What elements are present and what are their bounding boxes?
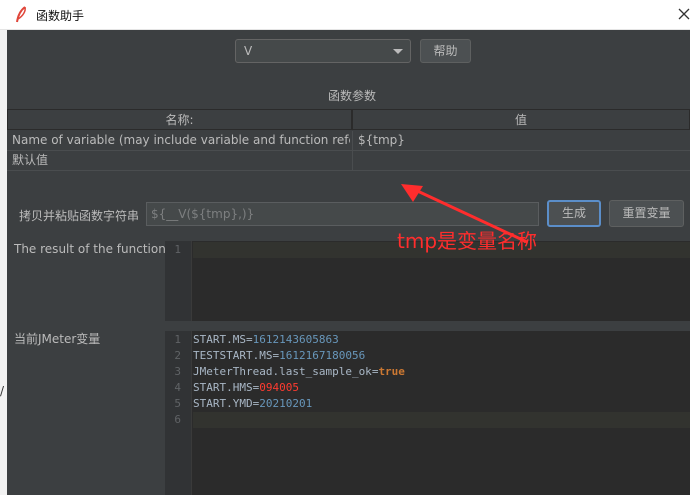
line-number: 1 xyxy=(174,333,181,346)
window-title: 函数助手 xyxy=(36,9,85,23)
variable-value: 20210201 xyxy=(259,397,313,410)
function-select[interactable]: V xyxy=(235,39,411,63)
variable-line: TESTSTART.MS=1612167180056 xyxy=(193,349,366,362)
line-gutter: 1 2 3 4 5 6 xyxy=(165,331,192,495)
variable-value: 1612143605863 xyxy=(252,333,339,346)
jmeter-variables-editor[interactable]: 1 2 3 4 5 6 START.MS=1612143605863 TESTS… xyxy=(165,331,690,495)
param-value-cell[interactable] xyxy=(358,151,688,170)
column-divider xyxy=(352,131,353,151)
column-divider xyxy=(352,151,353,171)
line-number: 6 xyxy=(174,413,181,426)
line-number: 3 xyxy=(174,365,181,378)
result-label: The result of the function is xyxy=(14,242,180,256)
line-number: 5 xyxy=(174,397,181,410)
line-number: 2 xyxy=(174,349,181,362)
line-number: 4 xyxy=(174,381,181,394)
background-mark: / xyxy=(0,384,5,398)
variable-line: JMeterThread.last_sample_ok=true xyxy=(193,365,405,378)
variable-key: START.MS xyxy=(193,333,246,346)
params-section-title: 函数参数 xyxy=(327,89,376,103)
generate-button[interactable]: 生成 xyxy=(547,200,601,227)
variable-key: JMeterThread.last_sample_ok xyxy=(193,365,372,378)
variable-line: START.MS=1612143605863 xyxy=(193,333,339,346)
current-line-highlight xyxy=(193,412,690,428)
line-gutter: 1 xyxy=(165,241,192,321)
column-header-value[interactable]: 值 xyxy=(352,109,690,130)
function-select-value: V xyxy=(244,44,253,58)
feather-icon xyxy=(16,6,26,23)
param-name-cell[interactable]: Name of variable (may include variable a… xyxy=(12,131,350,150)
help-button[interactable]: 帮助 xyxy=(420,39,471,63)
chevron-down-icon xyxy=(393,49,403,54)
function-helper-dialog: V 帮助 函数参数 名称: 值 Name of variable (may in… xyxy=(7,30,690,495)
variable-key: START.HMS xyxy=(193,381,253,394)
copy-string-label: 拷贝并粘贴函数字符串 xyxy=(19,209,140,223)
variable-value: true xyxy=(378,365,405,378)
background-window-edge xyxy=(0,30,7,495)
close-icon[interactable] xyxy=(676,6,690,22)
title-bar: 函数助手 xyxy=(0,0,690,30)
annotation-text: tmp是变量名称 xyxy=(397,229,538,253)
line-number: 1 xyxy=(174,243,181,256)
table-row[interactable]: 默认值 xyxy=(7,151,690,171)
variable-key: TESTSTART.MS xyxy=(193,349,273,362)
variable-key: START.YMD xyxy=(193,397,253,410)
variable-line: START.HMS=094005 xyxy=(193,381,299,394)
variable-line: START.YMD=20210201 xyxy=(193,397,313,410)
table-row[interactable]: Name of variable (may include variable a… xyxy=(7,131,690,151)
reset-variables-button[interactable]: 重置变量 xyxy=(609,200,684,227)
param-name-cell[interactable]: 默认值 xyxy=(12,151,350,170)
jmeter-variables-label: 当前JMeter变量 xyxy=(14,332,101,346)
column-header-name[interactable]: 名称: xyxy=(7,109,352,130)
variable-value: 1612167180056 xyxy=(279,349,366,362)
variable-value: 094005 xyxy=(259,381,299,394)
param-value-cell[interactable]: ${tmp} xyxy=(358,131,688,150)
